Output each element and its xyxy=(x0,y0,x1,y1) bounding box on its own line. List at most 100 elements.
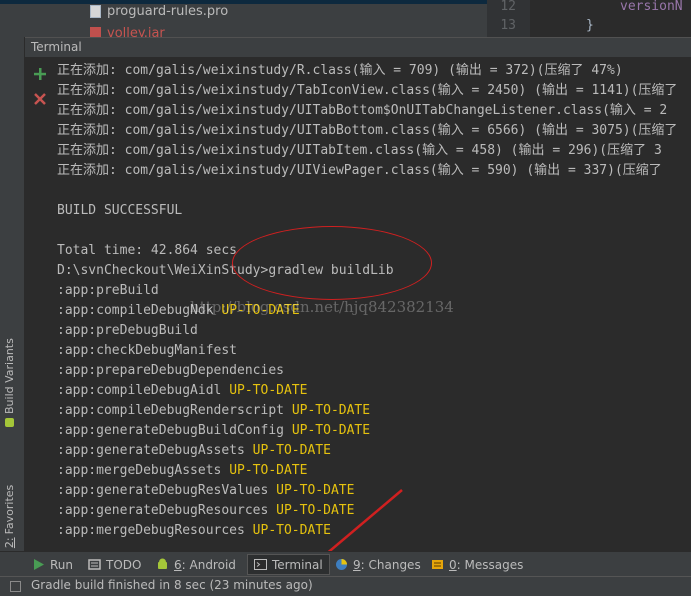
up-to-date-label: UP-TO-DATE xyxy=(229,383,308,398)
run-tab[interactable]: Run xyxy=(32,556,73,573)
todo-tab[interactable]: TODO xyxy=(88,556,141,573)
terminal-line: :app:compileDebugRenderscript UP-TO-DATE xyxy=(57,401,370,421)
terminal-line: 正在添加: com/galis/weixinstudy/UIViewPager.… xyxy=(57,161,662,181)
terminal-icon xyxy=(254,559,267,570)
terminal-line-text: 正在添加: com/galis/weixinstudy/TabIconView.… xyxy=(57,83,678,98)
project-tree-selection xyxy=(0,0,487,4)
line-number: 13 xyxy=(500,18,516,33)
terminal-line: :app:preBuild xyxy=(57,281,159,301)
terminal-line-text: :app:preDebugBuild xyxy=(57,323,198,338)
terminal-line: Total time: 42.864 secs xyxy=(57,241,237,261)
changes-icon xyxy=(336,559,347,570)
terminal-line: :app:prepareDebugDependencies xyxy=(57,361,284,381)
build-variants-tab[interactable]: Build Variants xyxy=(3,338,16,427)
watermark: http://blog.csdn.net/hjq842382134 xyxy=(190,298,454,316)
terminal-line: BUILD SUCCESSFUL xyxy=(57,201,182,221)
terminal-line: :app:generateDebugBuildConfig UP-TO-DATE xyxy=(57,421,370,441)
terminal-line-text: 正在添加: com/galis/weixinstudy/UITabBottom$… xyxy=(57,103,668,118)
changes-tab[interactable]: 9: Changes xyxy=(335,556,421,573)
tree-item-label: volley.jar xyxy=(107,26,165,37)
terminal-line-text: 正在添加: com/galis/weixinstudy/UITabBottom.… xyxy=(57,123,678,138)
terminal-line: 正在添加: com/galis/weixinstudy/R.class(输入 =… xyxy=(57,61,623,81)
messages-label: : Messages xyxy=(456,557,524,572)
terminal-line: :app:compileDebugAidl UP-TO-DATE xyxy=(57,381,307,401)
terminal-scrollbar[interactable] xyxy=(679,58,691,551)
tool-windows-toggle-icon[interactable] xyxy=(10,581,21,592)
tree-item-label: proguard-rules.pro xyxy=(107,4,229,19)
close-session-icon[interactable] xyxy=(33,92,47,106)
terminal-line-text: :app:generateDebugAssets xyxy=(57,443,253,458)
terminal-line-text: :app:generateDebugResValues xyxy=(57,483,277,498)
terminal-line: 正在添加: com/galis/weixinstudy/UITabBottom$… xyxy=(57,101,667,121)
terminal-line-text: :app:checkDebugManifest xyxy=(57,343,238,358)
up-to-date-label: UP-TO-DATE xyxy=(252,443,331,458)
top-editor-area: proguard-rules.pro volley.jar 12 13 vers… xyxy=(0,0,691,37)
editor-gutter: 12 13 xyxy=(487,0,530,37)
messages-tab[interactable]: 0: Messages xyxy=(431,556,523,573)
up-to-date-label: UP-TO-DATE xyxy=(252,523,331,538)
jar-file-icon xyxy=(90,27,101,37)
code-line: versionN xyxy=(620,0,683,14)
terminal-line: 正在添加: com/galis/weixinstudy/UITabItem.cl… xyxy=(57,141,662,161)
terminal-line-text: :app:generateDebugBuildConfig xyxy=(57,423,292,438)
tree-item-volley[interactable]: volley.jar xyxy=(90,26,165,37)
android-num: 6 xyxy=(174,557,182,572)
terminal-tab[interactable]: Terminal xyxy=(247,554,330,575)
terminal-line-text: :app:generateDebugResources xyxy=(57,503,277,518)
messages-num: 0 xyxy=(449,557,457,572)
code-line: } xyxy=(586,18,594,33)
up-to-date-label: UP-TO-DATE xyxy=(291,423,371,438)
terminal-line: 正在添加: com/galis/weixinstudy/UITabBottom.… xyxy=(57,121,677,141)
android-icon xyxy=(5,418,14,427)
terminal-label: Terminal xyxy=(272,557,323,572)
terminal-line-text: 正在添加: com/galis/weixinstudy/UIViewPager.… xyxy=(57,163,662,178)
file-icon xyxy=(90,5,101,18)
left-tool-stripe: Build Variants ★ 2: Favorites xyxy=(0,37,25,564)
terminal-toolbar xyxy=(25,58,53,551)
up-to-date-label: UP-TO-DATE xyxy=(291,403,371,418)
terminal-header: Terminal xyxy=(25,37,691,58)
add-session-icon[interactable] xyxy=(33,67,47,81)
terminal-line: :app:mergeDebugResources UP-TO-DATE xyxy=(57,521,331,541)
terminal-title: Terminal xyxy=(31,40,82,54)
up-to-date-label: UP-TO-DATE xyxy=(229,463,308,478)
messages-icon xyxy=(432,560,443,569)
up-to-date-label: UP-TO-DATE xyxy=(276,483,355,498)
android-label: : Android xyxy=(181,557,236,572)
todo-icon xyxy=(88,559,101,570)
terminal-line: :app:preDebugBuild xyxy=(57,321,198,341)
line-number: 12 xyxy=(500,0,516,14)
terminal-line-text: :app:mergeDebugAssets xyxy=(57,463,230,478)
android-icon xyxy=(158,558,167,569)
terminal-line: :app:generateDebugResources UP-TO-DATE xyxy=(57,501,354,521)
up-to-date-label: UP-TO-DATE xyxy=(276,503,355,518)
terminal-line-text: :app:preBuild xyxy=(57,283,159,298)
terminal-line: :app:generateDebugResValues UP-TO-DATE xyxy=(57,481,354,501)
annotation-ellipse xyxy=(232,226,432,300)
favorites-label: Favorites xyxy=(3,484,16,535)
terminal-line-text: BUILD SUCCESSFUL xyxy=(57,203,183,218)
tree-item-proguard[interactable]: proguard-rules.pro xyxy=(90,4,228,19)
terminal-line-text: :app:compileDebugRenderscript xyxy=(57,403,292,418)
terminal-line: :app:generateDebugAssets UP-TO-DATE xyxy=(57,441,331,461)
status-bar: Gradle build finished in 8 sec (23 minut… xyxy=(0,576,691,596)
terminal-line-text: :app:compileDebugAidl xyxy=(57,383,230,398)
terminal-line-text: 正在添加: com/galis/weixinstudy/UITabItem.cl… xyxy=(57,143,662,158)
status-text: Gradle build finished in 8 sec (23 minut… xyxy=(31,578,313,592)
terminal-line-text: 正在添加: com/galis/weixinstudy/R.class(输入 =… xyxy=(57,63,623,78)
run-icon xyxy=(34,559,44,570)
changes-num: 9 xyxy=(353,557,361,572)
code-editor[interactable]: versionN } xyxy=(530,0,691,37)
run-label: Run xyxy=(50,557,74,572)
todo-label: TODO xyxy=(106,557,142,572)
build-variants-label: Build Variants xyxy=(3,338,16,414)
terminal-line-text: :app:mergeDebugResources xyxy=(57,523,253,538)
tool-window-bar: Run TODO 6: Android Terminal 9: Changes … xyxy=(0,551,691,576)
android-tab[interactable]: 6: Android xyxy=(156,556,236,573)
changes-label: : Changes xyxy=(360,557,421,572)
terminal-line: 正在添加: com/galis/weixinstudy/TabIconView.… xyxy=(57,81,677,101)
favorites-prefix: 2: xyxy=(3,537,16,549)
project-tree: proguard-rules.pro volley.jar xyxy=(0,0,487,37)
terminal-line: :app:checkDebugManifest xyxy=(57,341,237,361)
terminal-line-text: Total time: 42.864 secs xyxy=(57,243,238,258)
